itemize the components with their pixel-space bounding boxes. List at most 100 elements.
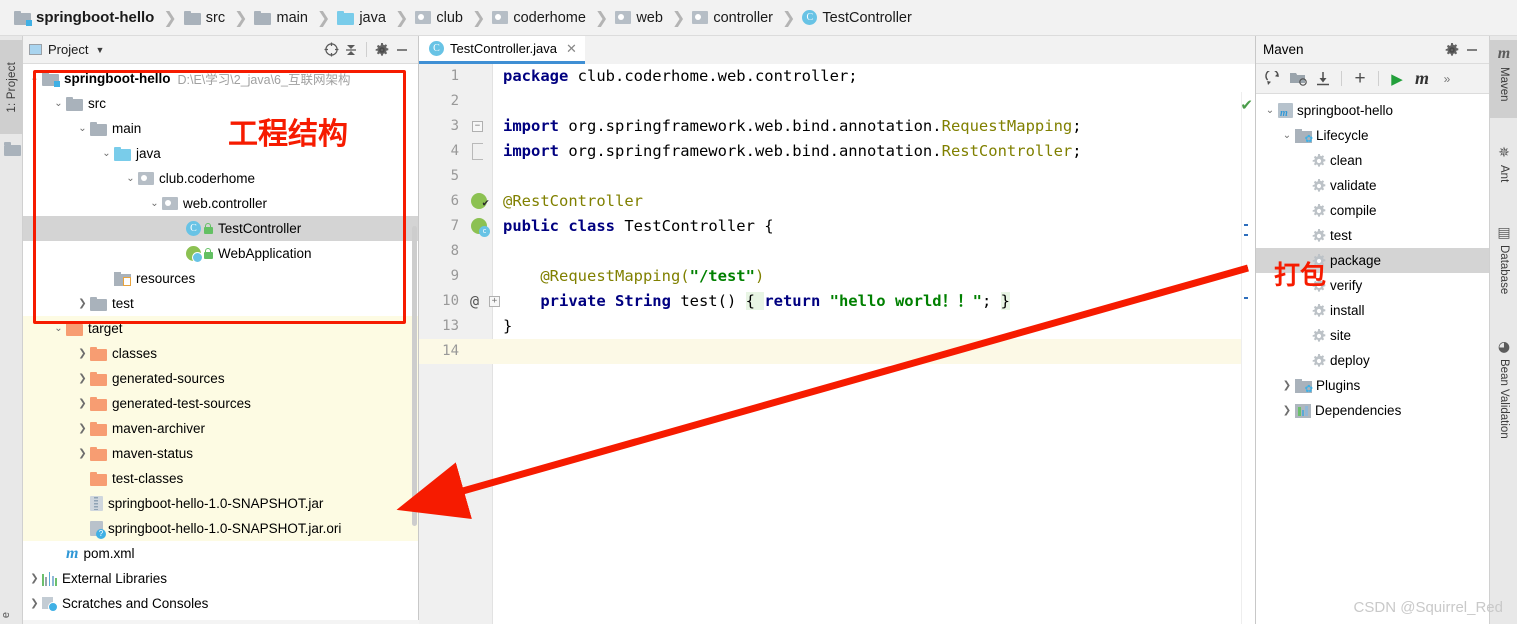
tool-tab-bean-validation[interactable]: ◕ Bean Validation: [1490, 334, 1517, 462]
chevron-down-icon[interactable]: ⌄: [75, 123, 90, 134]
chevron-down-icon[interactable]: ⌄: [123, 173, 138, 184]
tool-tab-ant[interactable]: ✵ Ant: [1490, 140, 1517, 198]
code-lines[interactable]: 1 package club.coderhome.web.controller; 2…: [419, 64, 1255, 624]
project-tree-item[interactable]: ⌄ src: [23, 91, 418, 116]
project-tree-item[interactable]: C TestController: [23, 216, 418, 241]
chevron-down-icon[interactable]: ⌄: [147, 198, 162, 209]
chevron-down-icon[interactable]: ⌄: [27, 73, 42, 84]
download-sources-icon[interactable]: [1312, 68, 1334, 90]
spring-bean-icon[interactable]: ✔: [471, 193, 489, 209]
code-line[interactable]: 7 c public class TestController {: [419, 214, 1255, 239]
project-scrollbar[interactable]: [411, 66, 418, 586]
gutter-marks[interactable]: [463, 139, 493, 164]
maven-tree-item[interactable]: test: [1256, 223, 1489, 248]
close-icon[interactable]: ✕: [566, 41, 577, 57]
chevron-right-icon[interactable]: ❯: [1279, 405, 1295, 416]
chevron-down-icon[interactable]: ▼: [95, 45, 104, 55]
tool-tab-database[interactable]: ▤ Database: [1490, 220, 1517, 312]
project-tree[interactable]: ⌄ springboot-hello D:\E\学习\2_java\6_互联网架构 ⌄…: [23, 64, 418, 624]
project-tree-item[interactable]: ❯ External Libraries: [23, 566, 418, 591]
gutter-marks[interactable]: [463, 264, 493, 289]
project-tree-item[interactable]: ⌄ main: [23, 116, 418, 141]
project-tree-item[interactable]: ⌄ web.controller: [23, 191, 418, 216]
project-horizontal-scrollbar[interactable]: [23, 620, 419, 624]
code-area[interactable]: 1 package club.coderhome.web.controller; 2…: [419, 64, 1255, 624]
more-icon[interactable]: »: [1436, 68, 1458, 90]
maven-tree-item[interactable]: ❯ ✿ Plugins: [1256, 373, 1489, 398]
project-tree-item[interactable]: ❯ maven-status: [23, 441, 418, 466]
chevron-down-icon[interactable]: ⌄: [99, 148, 114, 159]
gutter-marks[interactable]: [463, 164, 493, 189]
chevron-right-icon[interactable]: ❯: [75, 348, 90, 359]
maven-tree-item[interactable]: site: [1256, 323, 1489, 348]
breadcrumb-item-club[interactable]: club: [415, 0, 463, 35]
project-tree-item[interactable]: ❯ maven-archiver: [23, 416, 418, 441]
chevron-right-icon[interactable]: ❯: [27, 598, 42, 609]
project-tree-item[interactable]: springboot-hello-1.0-SNAPSHOT.jar: [23, 491, 418, 516]
gutter-marks[interactable]: [463, 339, 493, 364]
maven-tree-item[interactable]: clean: [1256, 148, 1489, 173]
chevron-down-icon[interactable]: ⌄: [1279, 130, 1295, 141]
maven-tree-item[interactable]: deploy: [1256, 348, 1489, 373]
sidebar-tab-project[interactable]: 1: Project: [0, 40, 23, 134]
breadcrumb-item-testcontroller[interactable]: C TestController: [802, 0, 912, 35]
project-tree-item[interactable]: ❯ test: [23, 291, 418, 316]
code-line[interactable]: 2: [419, 89, 1255, 114]
breadcrumb-item-java[interactable]: java: [337, 0, 386, 35]
spring-bean-class-icon[interactable]: c: [471, 218, 490, 237]
project-tree-item[interactable]: ❯ generated-test-sources: [23, 391, 418, 416]
project-tree-item[interactable]: ⌄ target: [23, 316, 418, 341]
breadcrumb-item-coderhome[interactable]: coderhome: [492, 0, 586, 35]
code-line[interactable]: 13}: [419, 314, 1255, 339]
gutter-marks[interactable]: [463, 89, 493, 114]
project-tree-item[interactable]: ⌄ club.coderhome: [23, 166, 418, 191]
chevron-down-icon[interactable]: ⌄: [1262, 105, 1278, 116]
project-tree-item[interactable]: springboot-hello-1.0-SNAPSHOT.jar.ori: [23, 516, 418, 541]
project-tree-item[interactable]: ❯ generated-sources: [23, 366, 418, 391]
project-tree-item[interactable]: ❯ Scratches and Consoles: [23, 591, 418, 616]
gutter-marks[interactable]: c: [463, 214, 493, 239]
settings-gear-icon[interactable]: [372, 40, 392, 60]
add-goal-icon[interactable]: +: [1349, 68, 1371, 90]
breadcrumb-item-src[interactable]: src: [183, 0, 225, 35]
code-line[interactable]: 6 ✔ @RestController: [419, 189, 1255, 214]
gutter-marks[interactable]: −: [463, 114, 493, 139]
gutter-marks[interactable]: [463, 239, 493, 264]
code-line[interactable]: 8: [419, 239, 1255, 264]
code-line[interactable]: 14: [419, 339, 1255, 364]
execute-maven-goal-icon[interactable]: m: [1411, 68, 1433, 90]
maven-toolbar[interactable]: + ▶ m »: [1256, 64, 1489, 94]
tab-testcontroller-java[interactable]: C TestController.java ✕: [419, 36, 585, 64]
code-line[interactable]: 9 @RequestMapping("/test"): [419, 264, 1255, 289]
code-line[interactable]: 4 import org.springframework.web.bind.ann…: [419, 139, 1255, 164]
gutter-marks[interactable]: @ +: [463, 289, 500, 314]
chevron-right-icon[interactable]: ❯: [75, 373, 90, 384]
breadcrumb-item-main[interactable]: main: [254, 0, 308, 35]
maven-tree-item[interactable]: install: [1256, 298, 1489, 323]
code-line[interactable]: 5: [419, 164, 1255, 189]
settings-gear-icon[interactable]: [1442, 42, 1462, 57]
chevron-right-icon[interactable]: ❯: [1279, 380, 1295, 391]
chevron-down-icon[interactable]: ⌄: [51, 98, 66, 109]
chevron-down-icon[interactable]: ⌄: [51, 323, 66, 334]
project-tree-item[interactable]: ❯ classes: [23, 341, 418, 366]
chevron-right-icon[interactable]: ❯: [75, 448, 90, 459]
project-tree-item[interactable]: ⌄ java: [23, 141, 418, 166]
fold-handle-icon[interactable]: −: [472, 121, 483, 132]
chevron-right-icon[interactable]: ❯: [27, 573, 42, 584]
maven-tree-item[interactable]: ⌄ m springboot-hello: [1256, 98, 1489, 123]
project-tree-item[interactable]: m pom.xml: [23, 541, 418, 566]
project-tree-item[interactable]: test-classes: [23, 466, 418, 491]
breadcrumb-item-controller[interactable]: controller: [692, 0, 773, 35]
collapse-all-icon[interactable]: [341, 40, 361, 60]
breadcrumb-item-springboot-hello[interactable]: springboot-hello: [14, 0, 154, 35]
code-line[interactable]: 3 − import org.springframework.web.bind.an…: [419, 114, 1255, 139]
chevron-right-icon[interactable]: ❯: [75, 398, 90, 409]
maven-tree-item[interactable]: ⌄ ✿ Lifecycle: [1256, 123, 1489, 148]
add-maven-project-icon[interactable]: [1287, 68, 1309, 90]
breadcrumb-item-web[interactable]: web: [615, 0, 663, 35]
gutter-marks[interactable]: [463, 64, 493, 89]
tool-tab-maven[interactable]: m Maven: [1490, 40, 1517, 118]
maven-tree-item[interactable]: compile: [1256, 198, 1489, 223]
maven-tree-item[interactable]: validate: [1256, 173, 1489, 198]
